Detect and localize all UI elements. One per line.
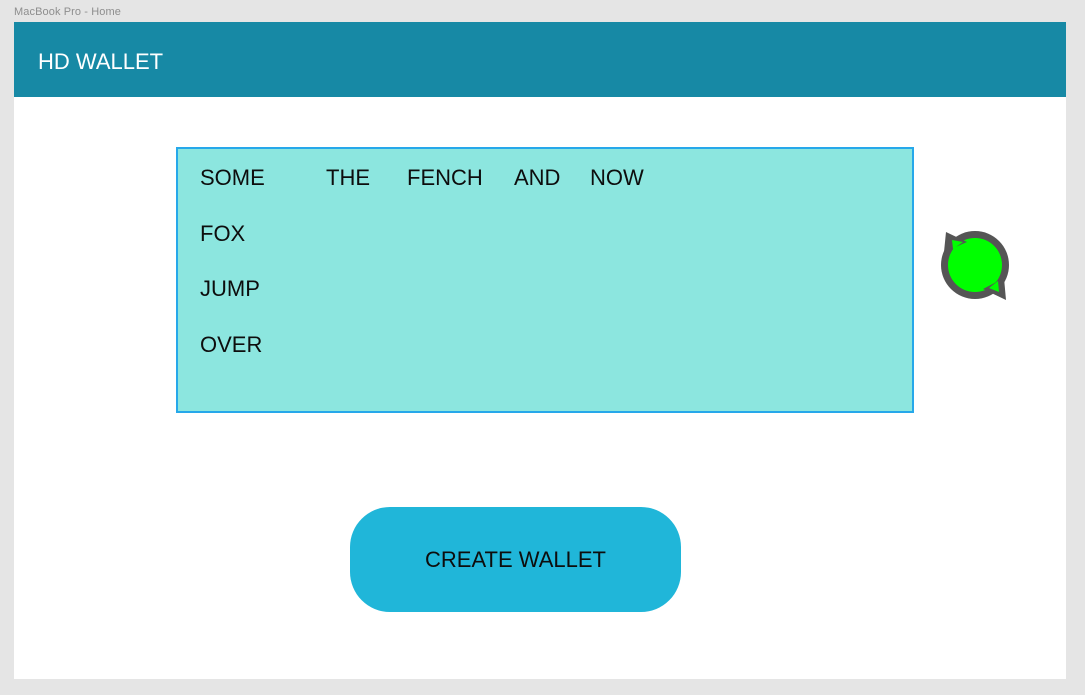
app-header: HD WALLET	[14, 22, 1066, 97]
mnemonic-word: OVER	[200, 332, 263, 357]
mnemonic-word: THE	[326, 165, 370, 190]
mnemonic-word: JUMP	[200, 276, 260, 301]
mnemonic-word: SOME	[200, 165, 265, 190]
mnemonic-word: NOW	[590, 165, 644, 190]
create-wallet-button[interactable]: CREATE WALLET	[350, 507, 681, 612]
frame-label: MacBook Pro - Home	[14, 6, 121, 18]
app-title: HD WALLET	[38, 49, 164, 74]
mnemonic-word: AND	[514, 165, 561, 190]
mnemonic-word: FOX	[200, 221, 246, 246]
regenerate-button[interactable]	[936, 226, 1014, 304]
artboard: HD WALLET SOME THE FENCH AND NOW FOX JUM…	[14, 22, 1066, 679]
mnemonic-phrase-box: SOME THE FENCH AND NOW FOX JUMP OVER	[176, 147, 914, 413]
mnemonic-word: FENCH	[407, 165, 483, 190]
refresh-icon	[941, 231, 1009, 300]
